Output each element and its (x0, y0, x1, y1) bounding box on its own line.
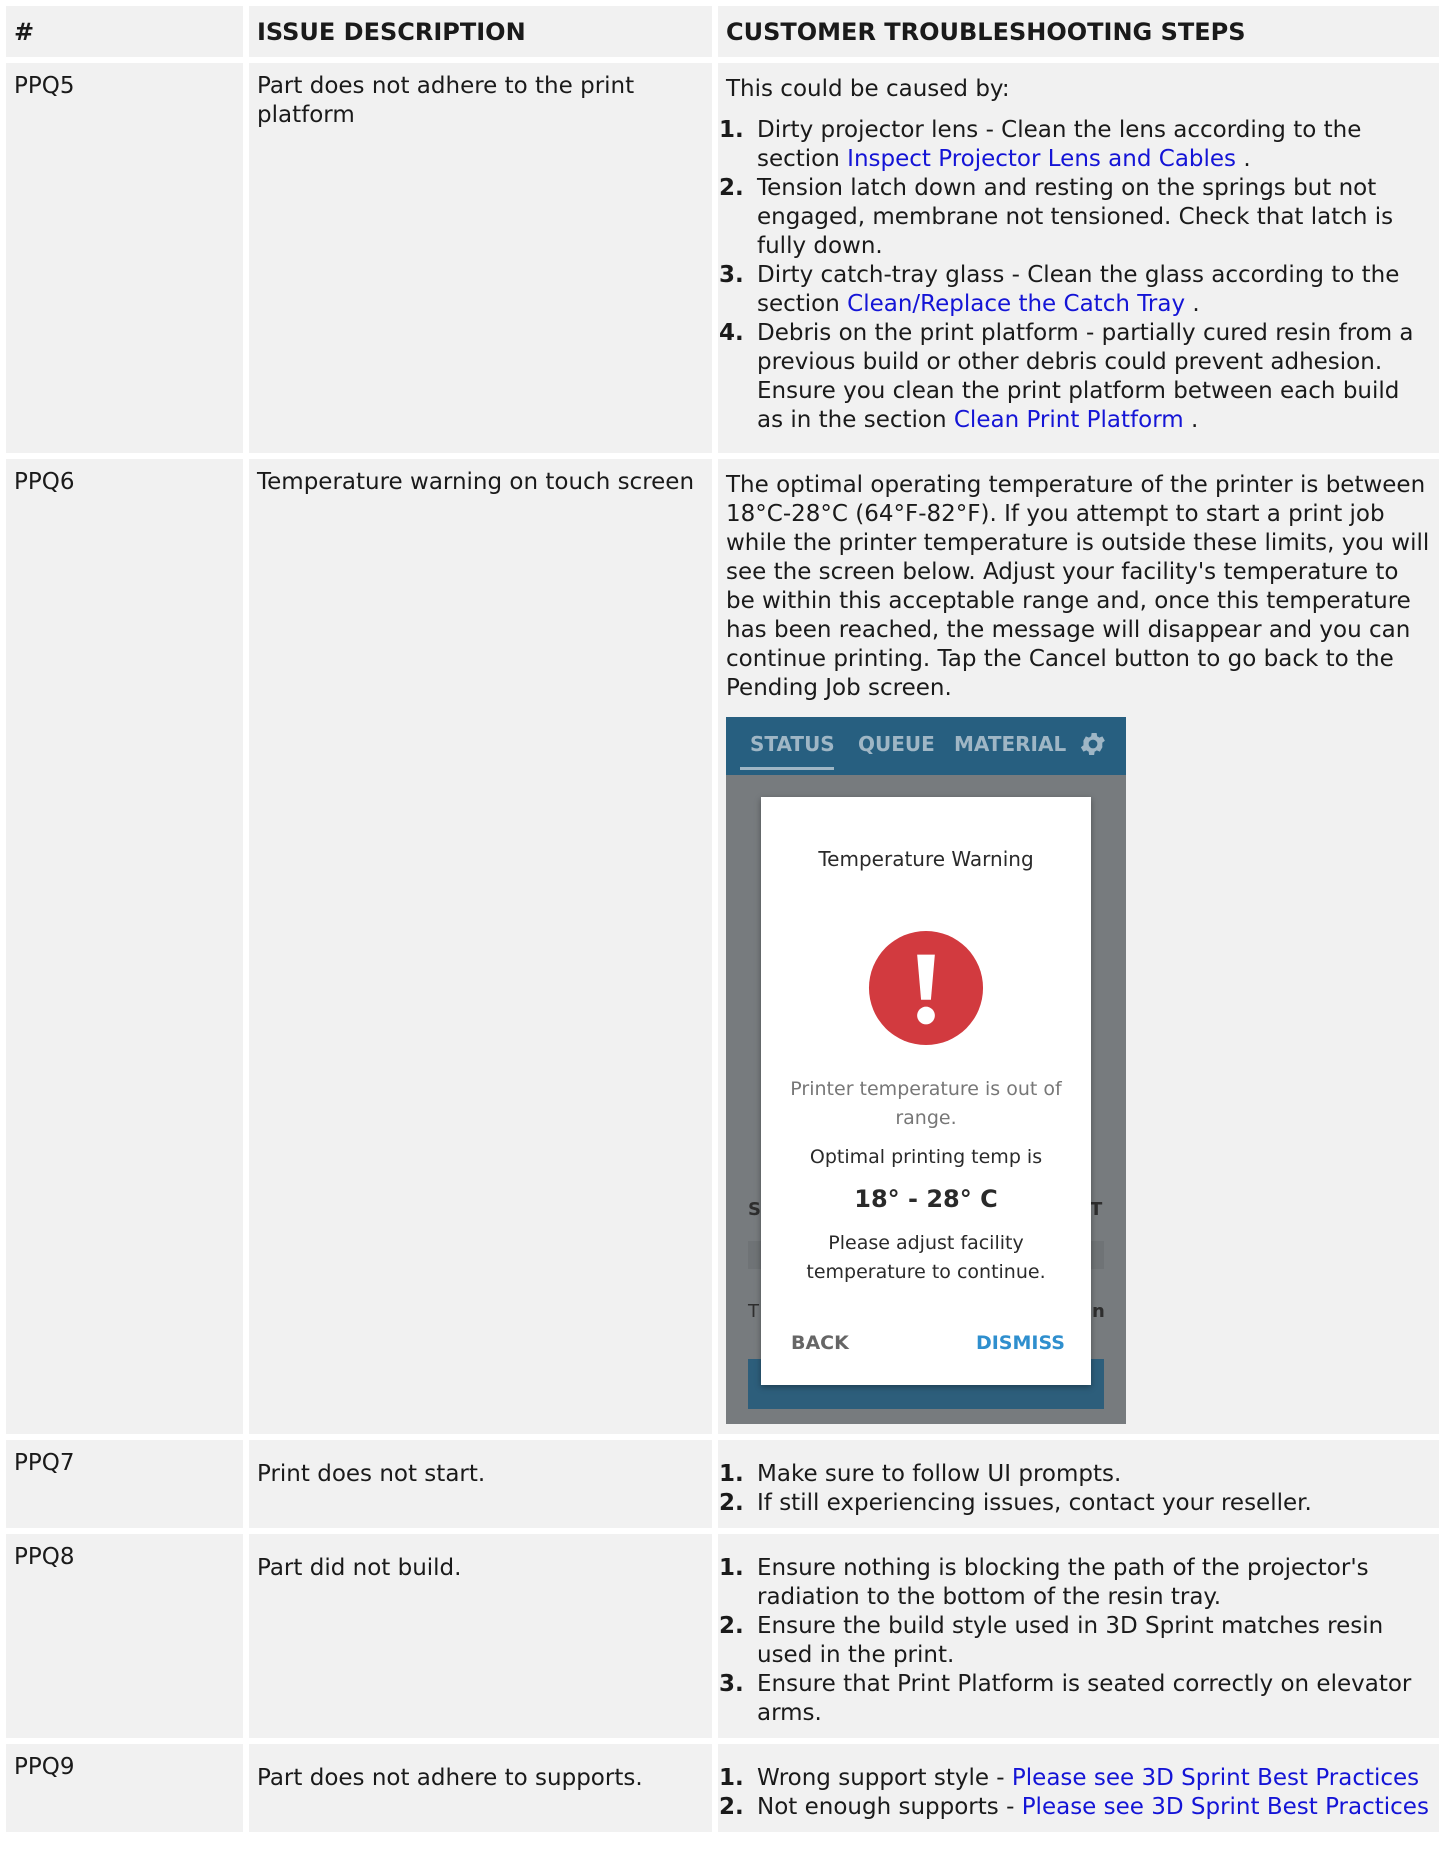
list-item: 1. Dirty projector lens - Clean the lens … (719, 116, 1431, 174)
step-text: Make sure to follow UI prompts. (757, 1461, 1122, 1487)
steps-list: 1. Dirty projector lens - Clean the lens … (719, 116, 1431, 435)
list-item: 3. Dirty catch-tray glass - Clean the gla… (719, 261, 1431, 319)
steps-list: 1. Ensure nothing is blocking the path of… (719, 1554, 1431, 1728)
step-text: Ensure that Print Platform is seated cor… (757, 1671, 1412, 1726)
background-text: n (1092, 1301, 1105, 1322)
dialog-optimal-label: Optimal printing temp is (809, 1146, 1043, 1168)
row-steps: 1. Make sure to follow UI prompts. 2. If s… (718, 1440, 1439, 1528)
row-id: PPQ5 (6, 63, 243, 453)
row-id: PPQ9 (6, 1744, 243, 1832)
background-text: T (1090, 1199, 1103, 1220)
step-number: 2. (719, 1794, 744, 1820)
step-text: Not enough supports - (757, 1794, 1022, 1820)
link-3d-sprint-best-practices[interactable]: Please see 3D Sprint Best Practices (1012, 1765, 1419, 1791)
table-row: PPQ6 Temperature warning on touch screen… (6, 459, 1439, 1434)
tab-queue: QUEUE (858, 732, 935, 756)
step-text: Ensure nothing is blocking the path of t… (757, 1555, 1369, 1610)
link-clean-replace-catch-tray[interactable]: Clean/Replace the Catch Tray (847, 291, 1185, 317)
step-number: 3. (719, 262, 744, 288)
table-row: PPQ7 Print does not start. 1. Make sure t… (6, 1440, 1439, 1528)
list-item: 2. If still experiencing issues, contact … (719, 1489, 1431, 1518)
row-issue: Print does not start. (249, 1440, 712, 1528)
step-text: Ensure the build style used in 3D Sprint… (757, 1613, 1384, 1668)
step-number: 2. (719, 1613, 744, 1639)
row-issue-text: Part did not build. (257, 1555, 462, 1581)
list-item: 1. Ensure nothing is blocking the path of… (719, 1554, 1431, 1612)
background-text: T (748, 1301, 759, 1322)
steps-paragraph: The optimal operating temperature of the… (726, 472, 1430, 701)
link-3d-sprint-best-practices[interactable]: Please see 3D Sprint Best Practices (1022, 1794, 1429, 1820)
list-item: 2. Tension latch down and resting on the … (719, 174, 1431, 261)
troubleshooting-table: # ISSUE DESCRIPTION CUSTOMER TROUBLESHOO… (0, 0, 1445, 1838)
step-number: 1. (719, 117, 744, 143)
table-row: PPQ8 Part did not build. 1. Ensure nothin… (6, 1534, 1439, 1738)
touch-screen-screenshot: STATUS QUEUE MATERIAL S T T n Temperatur… (726, 717, 1126, 1424)
row-issue: Part did not build. (249, 1534, 712, 1738)
step-text-after: . (1236, 146, 1251, 172)
list-item: 1. Make sure to follow UI prompts. (719, 1460, 1431, 1489)
tab-status: STATUS (750, 732, 835, 756)
dismiss-button: DISMISS (975, 1332, 1065, 1354)
column-header-steps: CUSTOMER TROUBLESHOOTING STEPS (718, 6, 1439, 57)
step-text-after: . (1183, 407, 1199, 433)
step-text: Wrong support style - (757, 1765, 1012, 1791)
row-id: PPQ7 (6, 1440, 243, 1528)
back-button: BACK (791, 1332, 849, 1354)
list-item: 2. Ensure the build style used in 3D Spri… (719, 1612, 1431, 1670)
row-issue-text: Print does not start. (257, 1461, 486, 1487)
row-steps: 1. Ensure nothing is blocking the path of… (718, 1534, 1439, 1738)
steps-list: 1. Make sure to follow UI prompts. 2. If s… (719, 1460, 1431, 1518)
column-header-number: # (6, 6, 243, 57)
row-issue-text: Part does not adhere to supports. (257, 1765, 643, 1791)
dialog-temperature-range: 18° - 28° C (854, 1185, 998, 1213)
row-steps: This could be caused by: 1. Dirty project… (718, 63, 1439, 453)
row-id: PPQ8 (6, 1534, 243, 1738)
row-issue: Part does not adhere to the print platfo… (249, 63, 712, 453)
list-item: 1. Wrong support style - Please see 3D Sp… (719, 1764, 1431, 1793)
step-number: 4. (719, 320, 744, 346)
column-header-issue: ISSUE DESCRIPTION (249, 6, 712, 57)
step-text: If still experiencing issues, contact yo… (757, 1490, 1312, 1516)
step-number: 2. (719, 175, 744, 201)
step-text-after: . (1185, 291, 1200, 317)
list-item: 2. Not enough supports - Please see 3D Sp… (719, 1793, 1431, 1822)
row-steps: The optimal operating temperature of the… (718, 459, 1439, 1434)
tab-material: MATERIAL (954, 732, 1067, 756)
exclamation-circle-icon (868, 930, 984, 1046)
link-clean-print-platform[interactable]: Clean Print Platform (954, 407, 1184, 433)
step-number: 1. (719, 1555, 744, 1581)
steps-list: 1. Wrong support style - Please see 3D Sp… (719, 1764, 1431, 1822)
step-number: 2. (719, 1490, 744, 1516)
active-tab-indicator (740, 767, 834, 770)
step-text: Tension latch down and resting on the sp… (757, 175, 1394, 259)
row-steps: 1. Wrong support style - Please see 3D Sp… (718, 1744, 1439, 1832)
step-number: 3. (719, 1671, 744, 1697)
step-number: 1. (719, 1765, 744, 1791)
dialog-adjust-message: Please adjust facility temperature to co… (806, 1232, 1046, 1283)
steps-intro: This could be caused by: (726, 76, 1010, 102)
background-text: S (748, 1199, 761, 1220)
table-row: PPQ9 Part does not adhere to supports. 1… (6, 1744, 1439, 1832)
row-issue: Temperature warning on touch screen (249, 459, 712, 1434)
gear-icon (1080, 733, 1105, 755)
table-row: PPQ5 Part does not adhere to the print p… (6, 63, 1439, 453)
list-item: 4. Debris on the print platform - partial… (719, 319, 1431, 435)
step-number: 1. (719, 1461, 744, 1487)
header-row: # ISSUE DESCRIPTION CUSTOMER TROUBLESHOO… (6, 6, 1439, 57)
link-inspect-projector-lens[interactable]: Inspect Projector Lens and Cables (847, 146, 1236, 172)
row-id: PPQ6 (6, 459, 243, 1434)
row-issue: Part does not adhere to supports. (249, 1744, 712, 1832)
dialog-title: Temperature Warning (818, 847, 1034, 871)
list-item: 3. Ensure that Print Platform is seated c… (719, 1670, 1431, 1728)
dialog-message: Printer temperature is out of range. (790, 1078, 1062, 1129)
temperature-warning-dialog: Temperature Warning Printer temperature … (761, 797, 1091, 1385)
screen-tab-bar: STATUS QUEUE MATERIAL (726, 717, 1126, 775)
